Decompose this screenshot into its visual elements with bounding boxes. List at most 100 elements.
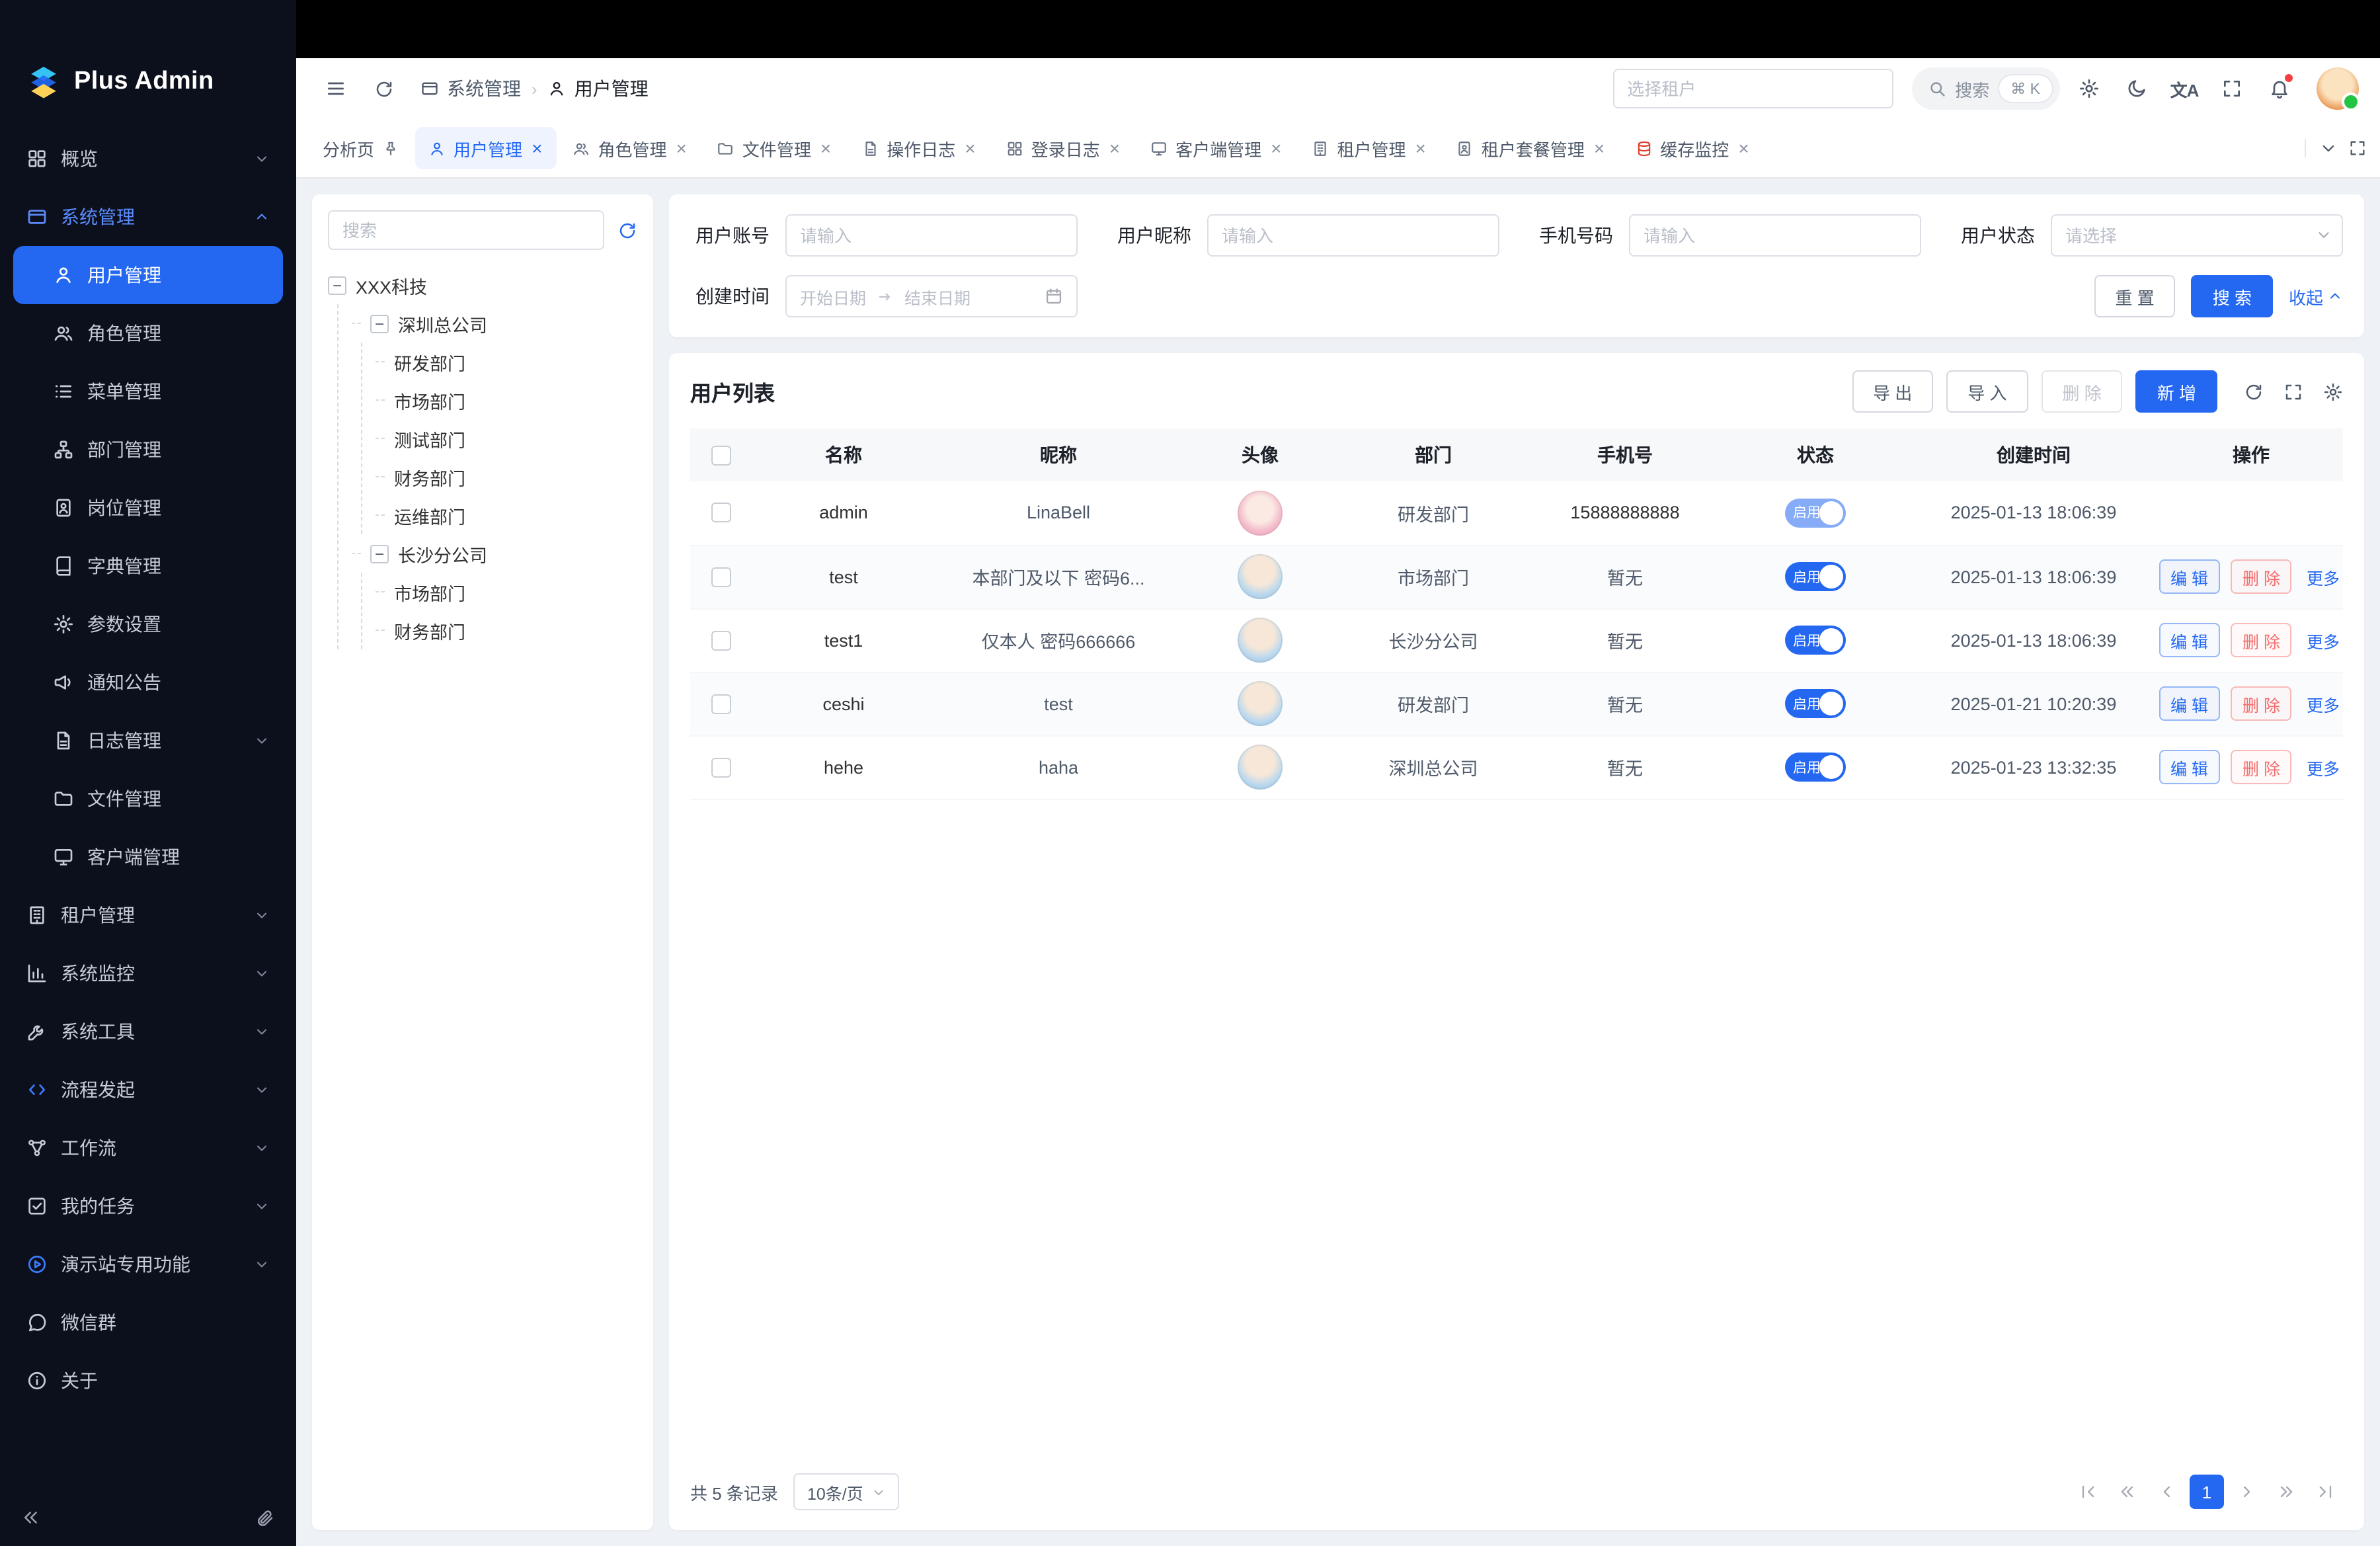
tab-cache-monitor[interactable]: 缓存监控 × [1622,127,1763,169]
status-toggle[interactable]: 启用 [1785,626,1846,655]
tree-node-leaf[interactable]: 市场部门 [376,381,637,419]
reset-button[interactable]: 重 置 [2094,275,2175,317]
hamburger-menu-icon[interactable] [317,70,354,107]
previous-page-button[interactable] [2150,1475,2184,1509]
global-search[interactable]: 搜索 ⌘ K [1911,67,2060,110]
sidebar-item-role-mgmt[interactable]: 角色管理 [13,304,283,362]
more-button[interactable]: 更多 [2303,750,2343,784]
row-checkbox[interactable] [711,503,731,523]
page-size-select[interactable]: 10条/页 [794,1473,899,1510]
tree-node-leaf[interactable]: 运维部门 [376,496,637,534]
fullscreen-icon[interactable] [2213,70,2250,107]
tab-user-mgmt[interactable]: 用户管理 × [415,127,557,169]
collapse-filters-link[interactable]: 收起 [2289,284,2343,309]
sidebar-item-tenant-mgmt[interactable]: 租户管理 [13,886,283,944]
delete-button[interactable]: 删 除 [2231,623,2292,657]
sidebar-item-my-tasks[interactable]: 我的任务 [13,1177,283,1235]
refresh-tree-icon[interactable] [617,220,637,240]
edit-button[interactable]: 编 辑 [2159,750,2220,784]
tree-node-leaf[interactable]: 测试部门 [376,419,637,458]
close-icon[interactable]: × [819,139,832,157]
tab-login-log[interactable]: 登录日志 × [993,127,1134,169]
close-icon[interactable]: × [1269,139,1283,157]
first-page-button[interactable] [2071,1475,2105,1509]
pin-icon[interactable] [382,140,399,157]
status-toggle[interactable]: 启用 [1785,753,1846,782]
sidebar-item-wechat-group[interactable]: 微信群 [13,1293,283,1352]
refresh-table-icon[interactable] [2244,382,2264,401]
breadcrumb-current[interactable]: 用户管理 [548,75,649,102]
select-all-checkbox[interactable] [711,445,731,465]
search-button[interactable]: 搜 索 [2192,275,2273,317]
row-checkbox[interactable] [711,630,731,650]
translate-icon[interactable]: 文A [2166,70,2203,107]
sidebar-item-process-start[interactable]: 流程发起 [13,1061,283,1119]
status-toggle[interactable]: 启用 [1785,562,1846,591]
export-button[interactable]: 导 出 [1852,370,1933,413]
collapse-node-icon[interactable]: − [370,314,389,333]
edit-button[interactable]: 编 辑 [2159,559,2220,594]
content-fullscreen-icon[interactable] [2348,139,2367,157]
tenant-select-input[interactable] [1627,79,1878,99]
nickname-input[interactable] [1207,214,1499,257]
more-button[interactable]: 更多 [2303,686,2343,721]
dark-mode-moon-icon[interactable] [2118,70,2155,107]
tab-client-mgmt[interactable]: 客户端管理 × [1137,127,1296,169]
tenant-select[interactable] [1612,69,1893,108]
tree-node-leaf[interactable]: 财务部门 [376,611,637,649]
sidebar-item-about[interactable]: 关于 [13,1352,283,1410]
close-icon[interactable]: × [1414,139,1427,157]
status-select[interactable] [2051,214,2343,257]
tab-operation-log[interactable]: 操作日志 × [848,127,990,169]
tab-role-mgmt[interactable]: 角色管理 × [559,127,701,169]
tree-node-leaf[interactable]: 研发部门 [376,343,637,381]
app-logo[interactable]: Plus Admin [0,45,296,119]
edit-button[interactable]: 编 辑 [2159,623,2220,657]
status-toggle[interactable]: 启用 [1785,689,1846,718]
tree-node-leaf[interactable]: 市场部门 [376,573,637,611]
more-button[interactable]: 更多 [2303,623,2343,657]
close-icon[interactable]: × [530,139,543,157]
close-icon[interactable]: × [1108,139,1121,157]
import-button[interactable]: 导 入 [1946,370,2028,413]
table-fullscreen-icon[interactable] [2283,382,2303,401]
row-checkbox[interactable] [711,757,731,777]
phone-input[interactable] [1629,214,1921,257]
sidebar-item-sys-monitor[interactable]: 系统监控 [13,944,283,1002]
tree-node-root[interactable]: − XXX科技 [328,266,637,304]
sidebar-item-dict-mgmt[interactable]: 字典管理 [13,537,283,595]
delete-button[interactable]: 删 除 [2231,559,2292,594]
tree-node-leaf[interactable]: 财务部门 [376,458,637,496]
user-avatar[interactable] [2317,67,2359,110]
last-page-button[interactable] [2309,1475,2343,1509]
sidebar-item-overview[interactable]: 概览 [13,130,283,188]
tab-tenant-mgmt[interactable]: 租户管理 × [1298,127,1440,169]
refresh-page-icon[interactable] [365,70,402,107]
add-user-button[interactable]: 新 增 [2136,370,2217,413]
sidebar-item-user-mgmt[interactable]: 用户管理 [13,246,283,304]
sidebar-item-file-mgmt[interactable]: 文件管理 [13,770,283,828]
close-icon[interactable]: × [1737,139,1750,157]
current-page-button[interactable]: 1 [2190,1475,2224,1509]
pin-sidebar-icon[interactable] [255,1507,275,1527]
delete-button[interactable]: 删 除 [2231,686,2292,721]
settings-gear-icon[interactable] [2071,70,2108,107]
close-icon[interactable]: × [674,139,688,157]
tab-analysis[interactable]: 分析页 [309,127,413,169]
sidebar-item-notice[interactable]: 通知公告 [13,653,283,712]
date-range-picker[interactable]: 开始日期 结束日期 [785,275,1078,317]
sidebar-item-post-mgmt[interactable]: 岗位管理 [13,479,283,537]
row-checkbox[interactable] [711,694,731,713]
sidebar-item-dept-mgmt[interactable]: 部门管理 [13,421,283,479]
sidebar-item-system-mgmt[interactable]: 系统管理 [13,188,283,246]
back-5-pages-button[interactable] [2110,1475,2145,1509]
close-icon[interactable]: × [963,139,976,157]
sidebar-item-client-mgmt[interactable]: 客户端管理 [13,828,283,886]
sidebar-item-param-settings[interactable]: 参数设置 [13,595,283,653]
tree-node-branch[interactable]: − 深圳总公司 [352,304,637,343]
tab-file-mgmt[interactable]: 文件管理 × [704,127,846,169]
column-settings-gear-icon[interactable] [2323,382,2343,401]
account-input[interactable] [785,214,1078,257]
sidebar-item-log-mgmt[interactable]: 日志管理 [13,712,283,770]
sidebar-item-workflow[interactable]: 工作流 [13,1119,283,1177]
